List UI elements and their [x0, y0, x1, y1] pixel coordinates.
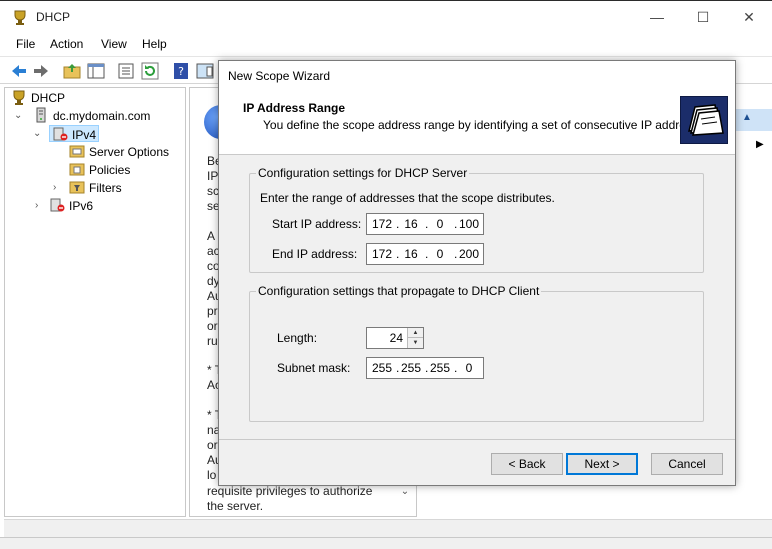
- actions-header[interactable]: ▲: [734, 109, 772, 131]
- end-ip-octet-3[interactable]: 0: [427, 247, 453, 261]
- help-icon[interactable]: ?: [171, 61, 191, 81]
- start-ip-octet-3[interactable]: 0: [427, 217, 453, 231]
- dialog-title: New Scope Wizard: [228, 69, 331, 83]
- console-tree: DHCP ⌄ dc.mydomain.com ⌄ IPv4 Server Opt…: [4, 87, 186, 517]
- chevron-down-icon[interactable]: ⌄: [14, 107, 22, 125]
- chevron-down-icon[interactable]: ⌄: [33, 125, 41, 143]
- chevron-right-icon[interactable]: ›: [35, 197, 38, 215]
- main-titlebar[interactable]: DHCP — ☐ ✕: [0, 1, 772, 33]
- tree-item-policies[interactable]: Policies: [69, 161, 130, 179]
- end-ip-octet-4[interactable]: 200: [456, 247, 482, 261]
- svg-text:?: ?: [178, 65, 184, 78]
- status-bar-lower: [0, 537, 772, 549]
- desc-last-lines: requisite privileges to authorize the se…: [207, 484, 373, 513]
- end-ip-field[interactable]: 172 . 16 . 0 . 200: [366, 243, 484, 265]
- policies-icon: [69, 161, 85, 177]
- end-ip-label: End IP address:: [272, 247, 358, 261]
- dhcp-app-icon: [12, 9, 28, 25]
- wizard-header: IP Address Range You define the scope ad…: [219, 91, 735, 155]
- server-options-icon: [69, 143, 85, 159]
- start-ip-octet-1[interactable]: 172: [369, 217, 395, 231]
- mask-octet-4[interactable]: 0: [456, 361, 482, 375]
- chevron-right-icon[interactable]: ›: [53, 179, 56, 197]
- tree-label-ipv6: IPv6: [69, 199, 94, 213]
- menu-bar: File Action View Help: [0, 34, 772, 55]
- tree-item-server[interactable]: ⌄ dc.mydomain.com: [14, 107, 151, 125]
- refresh-icon[interactable]: [140, 61, 160, 81]
- wizard-page-subtitle: You define the scope address range by id…: [263, 118, 714, 132]
- button-separator: [219, 439, 735, 440]
- up-folder-icon[interactable]: [62, 61, 82, 81]
- length-label: Length:: [277, 331, 318, 345]
- start-ip-label: Start IP address:: [272, 217, 362, 231]
- start-ip-octet-4[interactable]: 100: [456, 217, 482, 231]
- spin-up-icon[interactable]: ▲: [408, 328, 423, 338]
- tree-item-ipv4[interactable]: ⌄ IPv4: [33, 125, 100, 143]
- status-bar: [4, 519, 772, 537]
- dhcp-server-settings-group: Configuration settings for DHCP Server E…: [249, 166, 704, 273]
- range-instruction: Enter the range of addresses that the sc…: [260, 191, 555, 205]
- menu-action[interactable]: Action: [50, 37, 83, 51]
- tree-label-server: dc.mydomain.com: [53, 109, 151, 123]
- dhcp-client-settings-group: Configuration settings that propagate to…: [249, 284, 704, 422]
- back-button[interactable]: < Back: [491, 453, 563, 475]
- tree-label-server-options: Server Options: [89, 145, 170, 159]
- length-spin-arrows: ▲ ▼: [407, 328, 423, 348]
- tree-label-policies: Policies: [89, 163, 131, 177]
- spin-down-icon[interactable]: ▼: [408, 338, 423, 348]
- tree-item-ipv6[interactable]: › IPv6: [33, 197, 93, 215]
- server-icon: [33, 107, 49, 123]
- close-button[interactable]: ✕: [726, 1, 772, 33]
- minimize-button[interactable]: —: [634, 1, 680, 33]
- end-ip-octet-2[interactable]: 16: [398, 247, 424, 261]
- new-scope-wizard-dialog: New Scope Wizard IP Address Range You de…: [218, 60, 736, 486]
- subnet-mask-field[interactable]: 255 . 255 . 255 . 0: [366, 357, 484, 379]
- collapse-up-icon[interactable]: ▲: [742, 112, 752, 123]
- start-ip-field[interactable]: 172 . 16 . 0 . 100: [366, 213, 484, 235]
- length-value[interactable]: 24: [390, 331, 403, 345]
- maximize-button[interactable]: ☐: [680, 1, 726, 33]
- ipv4-icon: [52, 126, 68, 142]
- dhcp-root-icon: [11, 89, 27, 105]
- tree-label-ipv4: IPv4: [72, 128, 97, 142]
- ipv6-icon: [49, 197, 65, 213]
- tree-label-filters: Filters: [89, 181, 122, 195]
- tree-selected-ipv4: IPv4: [49, 125, 100, 142]
- cancel-button[interactable]: Cancel: [651, 453, 723, 475]
- menu-help[interactable]: Help: [142, 37, 167, 51]
- subnet-mask-label: Subnet mask:: [277, 361, 351, 375]
- dialog-titlebar[interactable]: New Scope Wizard: [219, 61, 735, 91]
- scroll-down-arrow-icon[interactable]: ⌄: [396, 486, 414, 516]
- forward-arrow-icon[interactable]: [31, 61, 51, 81]
- server-group-label: Configuration settings for DHCP Server: [256, 166, 470, 180]
- tree-item-server-options[interactable]: Server Options: [69, 143, 169, 161]
- menu-file[interactable]: File: [16, 37, 35, 51]
- action-pane-icon[interactable]: [195, 61, 215, 81]
- tree-item-dhcp[interactable]: DHCP: [11, 89, 65, 107]
- client-group-label: Configuration settings that propagate to…: [256, 284, 542, 298]
- next-button[interactable]: Next >: [566, 453, 638, 475]
- end-ip-octet-1[interactable]: 172: [369, 247, 395, 261]
- filters-icon: [69, 179, 85, 195]
- menu-view[interactable]: View: [101, 37, 127, 51]
- more-actions-arrow-icon[interactable]: ▶: [756, 139, 764, 150]
- length-stepper[interactable]: 24 ▲ ▼: [366, 327, 424, 349]
- main-window-title: DHCP: [36, 10, 71, 24]
- start-ip-octet-2[interactable]: 16: [398, 217, 424, 231]
- show-hide-tree-icon[interactable]: [86, 61, 106, 81]
- back-arrow-icon[interactable]: [9, 61, 29, 81]
- tree-item-filters[interactable]: › Filters: [51, 179, 122, 197]
- mask-octet-3[interactable]: 255: [427, 361, 453, 375]
- properties-icon[interactable]: [116, 61, 136, 81]
- mask-octet-2[interactable]: 255: [398, 361, 424, 375]
- tree-label-dhcp: DHCP: [31, 91, 66, 105]
- mask-octet-1[interactable]: 255: [369, 361, 395, 375]
- wizard-folders-icon: [680, 96, 728, 144]
- wizard-page-title: IP Address Range: [243, 101, 346, 115]
